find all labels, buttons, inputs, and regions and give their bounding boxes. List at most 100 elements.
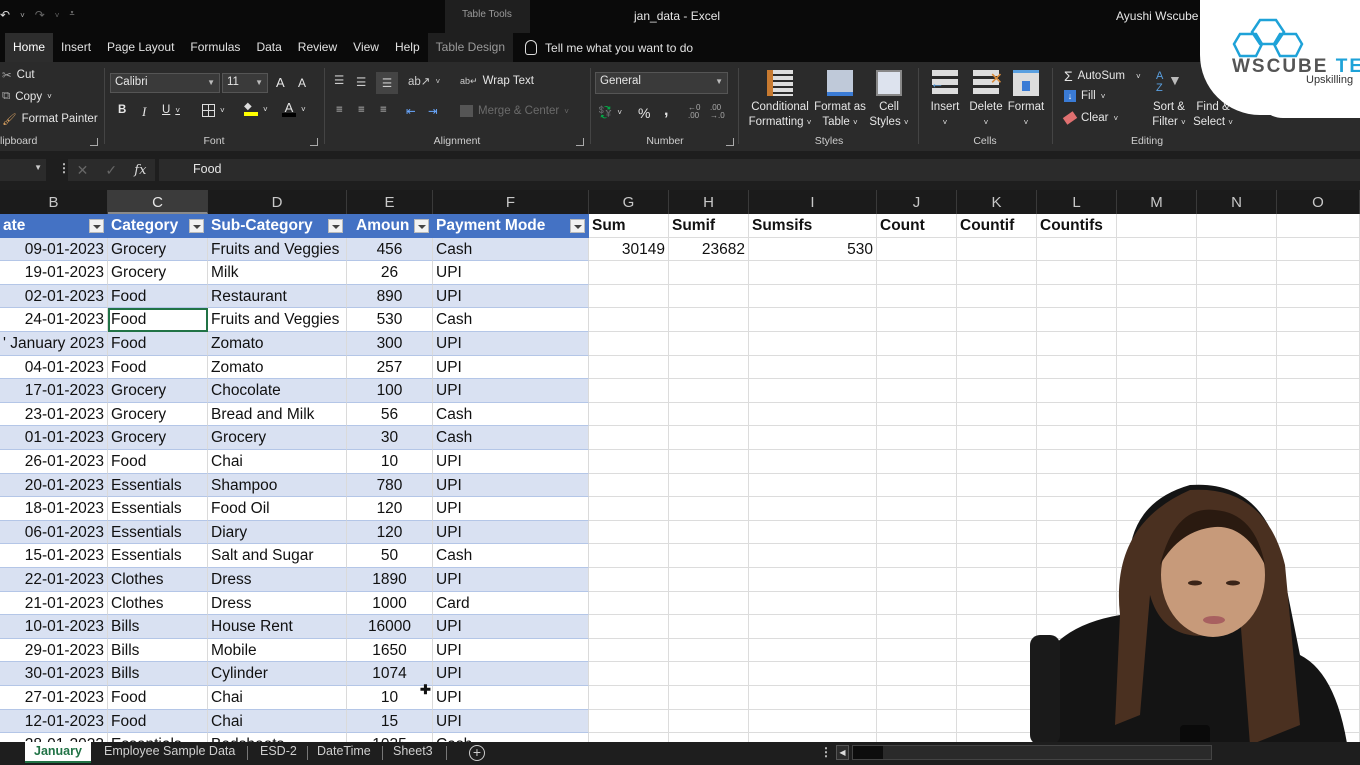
empty-cell[interactable]	[669, 355, 749, 380]
payment-mode-cell[interactable]: Cash	[433, 237, 589, 262]
payment-mode-cell[interactable]: UPI	[433, 261, 589, 285]
column-header-n[interactable]: N	[1197, 190, 1277, 214]
filter-dropdown-icon[interactable]	[89, 219, 104, 233]
empty-cell[interactable]	[589, 615, 669, 639]
empty-cell[interactable]	[749, 261, 877, 285]
sub-category-cell[interactable]: Fruits and Veggies	[208, 308, 347, 332]
sub-category-cell[interactable]: Chai	[208, 450, 347, 474]
empty-cell[interactable]	[877, 733, 957, 742]
amount-cell[interactable]: 1650	[347, 638, 433, 663]
filter-dropdown-icon[interactable]	[414, 219, 429, 233]
category-cell[interactable]: Food	[108, 332, 208, 356]
empty-cell[interactable]	[589, 544, 669, 568]
summary-header-countifs[interactable]: Countifs	[1037, 214, 1117, 238]
empty-cell[interactable]	[749, 568, 877, 592]
add-sheet-button[interactable]: +	[469, 745, 485, 761]
empty-cell[interactable]	[749, 709, 877, 734]
empty-cell[interactable]	[877, 520, 957, 545]
sub-category-cell[interactable]: Dress	[208, 568, 347, 592]
empty-cell[interactable]	[589, 662, 669, 686]
payment-mode-cell[interactable]: UPI	[433, 332, 589, 356]
empty-cell[interactable]	[1037, 332, 1117, 356]
align-left-button[interactable]: ≡	[336, 104, 343, 116]
empty-cell[interactable]	[749, 544, 877, 568]
insert-function-icon[interactable]: fx	[134, 163, 146, 178]
formula-input[interactable]: Food	[159, 159, 1360, 181]
font-color-button[interactable]: A ˅	[282, 101, 306, 117]
payment-mode-cell[interactable]: UPI	[433, 450, 589, 474]
date-cell[interactable]: 28-01-2023	[0, 733, 108, 742]
filter-dropdown-icon[interactable]	[328, 219, 343, 233]
underline-button[interactable]: U ˅	[162, 104, 180, 116]
payment-mode-cell[interactable]: UPI	[433, 709, 589, 734]
empty-cell[interactable]	[589, 709, 669, 734]
sub-category-cell[interactable]: Dress	[208, 591, 347, 616]
empty-cell[interactable]	[1277, 261, 1360, 285]
empty-cell[interactable]	[877, 544, 957, 568]
empty-cell[interactable]	[669, 591, 749, 616]
column-header-d[interactable]: D	[208, 190, 347, 214]
empty-cell[interactable]	[1197, 284, 1277, 309]
empty-cell[interactable]	[957, 332, 1037, 356]
amount-cell[interactable]: 1000	[347, 591, 433, 616]
empty-cell[interactable]	[1117, 214, 1197, 238]
format-cells-button[interactable]: Format ˅	[1006, 70, 1046, 130]
insert-cells-button[interactable]: ← Insert ˅	[926, 70, 964, 130]
payment-mode-cell[interactable]: UPI	[433, 497, 589, 521]
empty-cell[interactable]	[669, 615, 749, 639]
comma-style-button[interactable]: ,	[664, 102, 668, 120]
payment-mode-cell[interactable]: UPI	[433, 473, 589, 498]
increase-decimal-button[interactable]: ←0.00	[688, 104, 700, 120]
font-size-combo[interactable]: 11 ▼	[222, 73, 268, 93]
tab-help[interactable]: Help	[387, 33, 428, 62]
category-cell[interactable]: Food	[108, 308, 208, 332]
tab-view[interactable]: View	[345, 33, 387, 62]
category-cell[interactable]: Bills	[108, 638, 208, 663]
empty-cell[interactable]	[669, 568, 749, 592]
empty-cell[interactable]	[669, 638, 749, 663]
empty-cell[interactable]	[669, 284, 749, 309]
empty-cell[interactable]	[1197, 402, 1277, 427]
payment-mode-cell[interactable]: UPI	[433, 379, 589, 403]
date-cell[interactable]: 09-01-2023	[0, 237, 108, 262]
cut-button[interactable]: ✂ Cut	[2, 68, 35, 82]
empty-cell[interactable]	[669, 733, 749, 742]
empty-cell[interactable]	[589, 402, 669, 427]
empty-cell[interactable]	[1277, 308, 1360, 332]
empty-cell[interactable]	[589, 426, 669, 450]
empty-cell[interactable]	[957, 379, 1037, 403]
summary-value-cell[interactable]	[1037, 237, 1117, 262]
empty-cell[interactable]	[1117, 355, 1197, 380]
accounting-format-button[interactable]: 💱 ˅	[598, 105, 622, 119]
empty-cell[interactable]	[749, 379, 877, 403]
empty-cell[interactable]	[1197, 426, 1277, 450]
category-cell[interactable]: Grocery	[108, 237, 208, 262]
clear-button[interactable]: Clear ˅	[1062, 111, 1118, 125]
category-cell[interactable]: Bills	[108, 615, 208, 639]
date-cell[interactable]: 23-01-2023	[0, 402, 108, 427]
delete-cells-button[interactable]: ✕ Delete ˅	[966, 70, 1006, 130]
sub-category-cell[interactable]: Fruits and Veggies	[208, 237, 347, 262]
empty-cell[interactable]	[877, 450, 957, 474]
empty-cell[interactable]	[877, 497, 957, 521]
empty-cell[interactable]	[957, 284, 1037, 309]
empty-cell[interactable]	[1037, 308, 1117, 332]
tab-splitter[interactable]: ⋮	[820, 745, 832, 759]
empty-cell[interactable]	[1277, 402, 1360, 427]
summary-header-count[interactable]: Count	[877, 214, 957, 238]
column-header-i[interactable]: I	[749, 190, 877, 214]
category-cell[interactable]: Clothes	[108, 568, 208, 592]
empty-cell[interactable]	[1117, 332, 1197, 356]
empty-cell[interactable]	[957, 261, 1037, 285]
empty-cell[interactable]	[669, 426, 749, 450]
date-cell[interactable]: 24-01-2023	[0, 308, 108, 332]
undo-dropdown-icon[interactable]: ˅	[20, 11, 25, 22]
payment-mode-cell[interactable]: Cash	[433, 544, 589, 568]
payment-mode-cell[interactable]: UPI	[433, 568, 589, 592]
enter-icon[interactable]: ✓	[105, 162, 117, 179]
empty-cell[interactable]	[1117, 426, 1197, 450]
empty-cell[interactable]	[1197, 214, 1277, 238]
empty-cell[interactable]	[877, 355, 957, 380]
summary-value-cell[interactable]	[877, 237, 957, 262]
empty-cell[interactable]	[957, 402, 1037, 427]
